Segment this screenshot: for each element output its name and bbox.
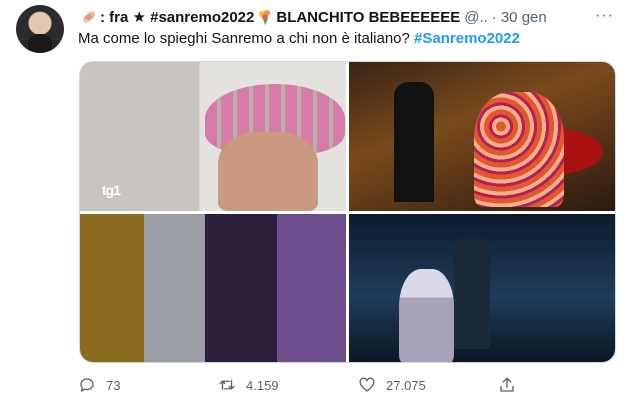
reply-count: 73 [106, 377, 121, 393]
retweet-button[interactable]: 4.159 [218, 376, 358, 394]
channel-logo: tg1 [102, 182, 121, 198]
user-handle[interactable]: @.. [464, 9, 488, 26]
media-grid: tg1 [79, 61, 616, 363]
like-button[interactable]: 27.075 [358, 376, 498, 394]
media-image-4[interactable] [349, 214, 615, 362]
reply-button[interactable]: 73 [78, 376, 218, 394]
musician-figure [454, 239, 490, 349]
heart-icon [359, 377, 375, 392]
media-image-1[interactable]: tg1 [80, 62, 346, 211]
tweet[interactable]: : fra ★ #sanremo2022 BLANCHITO BEBEEEEEE… [0, 0, 630, 405]
presenter-figure [394, 82, 434, 202]
retweet-icon [219, 379, 235, 391]
bandage-emoji [81, 9, 97, 25]
reply-icon [80, 378, 94, 392]
face [218, 132, 318, 211]
flower-coat-figure [474, 92, 564, 207]
avatar[interactable] [16, 5, 64, 53]
display-name[interactable]: : fra ★ #sanremo2022 [100, 8, 254, 26]
more-icon[interactable]: ··· [595, 7, 614, 25]
retweet-count: 4.159 [246, 377, 279, 393]
hashtag-link[interactable]: #Sanremo2022 [414, 30, 520, 47]
singer-figure [399, 269, 454, 362]
tweet-text: Ma come lo spieghi Sanremo a chi non è i… [78, 29, 520, 49]
media-image-2[interactable] [349, 62, 615, 211]
separator: · [491, 8, 497, 26]
action-bar: 73 4.159 27.075 [78, 373, 538, 397]
display-name-suffix[interactable]: BLANCHITO BEBEEEEEE [276, 9, 460, 26]
media-image-3[interactable] [80, 214, 346, 362]
like-count: 27.075 [386, 377, 426, 393]
tweet-date[interactable]: 30 gen [501, 9, 547, 26]
bouquet-emoji [257, 9, 273, 25]
tweet-body: Ma come lo spieghi Sanremo a chi non è i… [78, 30, 415, 47]
tweet-header: : fra ★ #sanremo2022 BLANCHITO BEBEEEEEE… [78, 7, 613, 27]
share-button[interactable] [498, 376, 538, 394]
share-icon [500, 377, 514, 392]
